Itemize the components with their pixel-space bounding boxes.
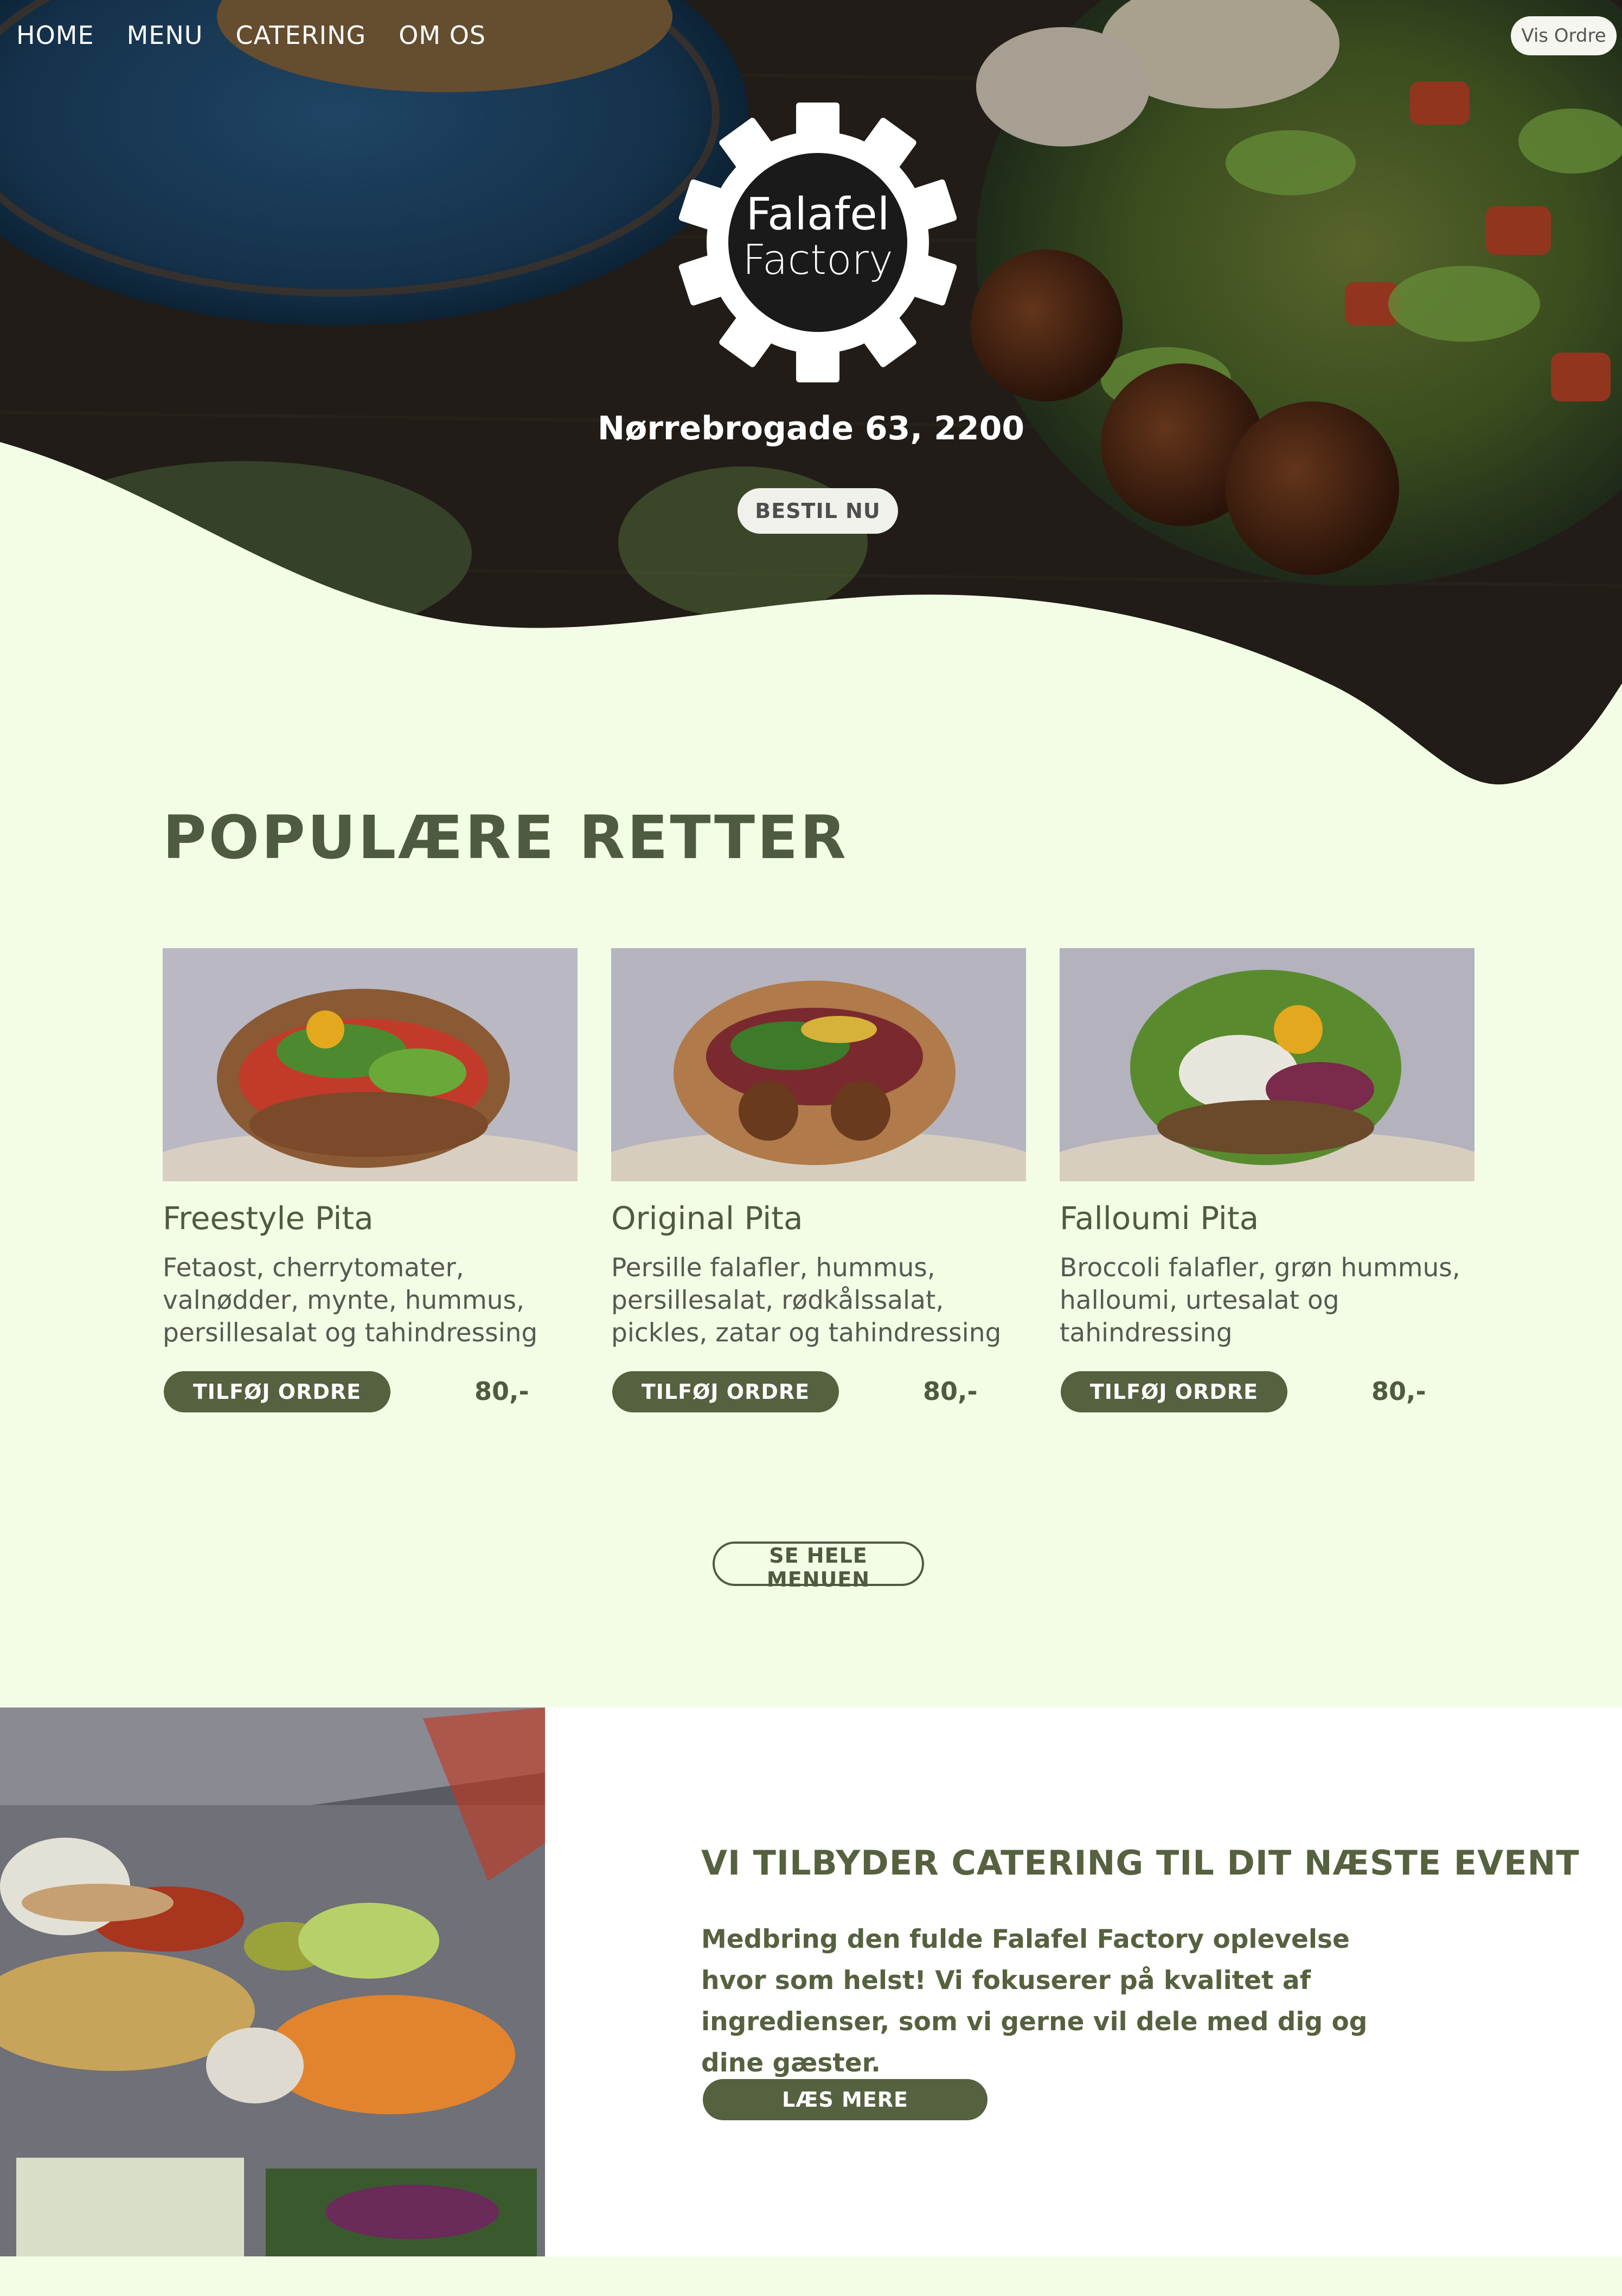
catering-section: VI TILBYDER CATERING TIL DIT NÆSTE EVENT… (0, 1707, 1622, 2256)
hero-section: HOME MENU CATERING OM OS Vis Ordre Falaf… (0, 0, 1622, 792)
dish-image[interactable] (163, 948, 578, 1181)
nav-menu-link[interactable]: MENU (127, 21, 203, 50)
falafel-factory-logo[interactable]: Falafel Factory (674, 95, 962, 391)
vis-ordre-button[interactable]: Vis Ordre (1511, 16, 1617, 55)
dish-price: 80,- (1371, 1377, 1426, 1406)
nav-om-os-link[interactable]: OM OS (399, 21, 486, 50)
menu-card: Original Pita Persille falafler, hummus,… (611, 948, 1026, 1412)
nav-home-link[interactable]: HOME (16, 21, 94, 50)
dish-order-row: TILFØJ ORDRE 80,- (611, 1371, 1026, 1414)
see-full-menu-button[interactable]: SE HELE MENUEN (713, 1542, 924, 1591)
menu-card: Falloumi Pita Broccoli falafler, grøn hu… (1060, 948, 1474, 1412)
bestil-nu-button[interactable]: BESTIL NU (738, 488, 898, 534)
dish-order-row: TILFØJ ORDRE 80,- (1060, 1371, 1474, 1414)
dish-description: Broccoli falafler, grøn hummus, halloumi… (1060, 1253, 1460, 1348)
dish-price: 80,- (475, 1377, 529, 1406)
dish-image[interactable] (611, 948, 1026, 1181)
catering-description: Medbring den fulde Falafel Factory oplev… (701, 1924, 1368, 2078)
dish-order-row: TILFØJ ORDRE 80,- (163, 1371, 578, 1414)
dish-name: Freestyle Pita (163, 1200, 374, 1237)
dish-description: Persille falafler, hummus, persillesalat… (611, 1253, 1002, 1348)
dish-image[interactable] (1060, 948, 1474, 1181)
catering-image (0, 1707, 545, 2256)
dish-name: Falloumi Pita (1060, 1200, 1259, 1237)
hero-address: Nørrebrogade 63, 2200 (597, 410, 1025, 447)
add-to-order-button[interactable]: TILFØJ ORDRE (612, 1371, 839, 1412)
menu-card: Freestyle Pita Fetaost, cherrytomater, v… (163, 948, 578, 1412)
add-to-order-button[interactable]: TILFØJ ORDRE (164, 1371, 390, 1412)
dish-name: Original Pita (611, 1200, 803, 1237)
main-nav: HOME MENU CATERING OM OS (16, 21, 486, 50)
nav-catering-link[interactable]: CATERING (235, 21, 366, 50)
logo-word-falafel: Falafel (746, 189, 889, 240)
dish-price: 80,- (923, 1377, 978, 1406)
catering-title: VI TILBYDER CATERING TIL DIT NÆSTE EVENT (701, 1843, 1580, 1883)
popular-dishes-title: POPULÆRE RETTER (163, 803, 848, 872)
add-to-order-button[interactable]: TILFØJ ORDRE (1061, 1371, 1287, 1412)
dish-description: Fetaost, cherrytomater, valnødder, mynte… (163, 1253, 538, 1348)
laes-mere-button[interactable]: LÆS MERE (703, 2079, 988, 2120)
logo-word-factory: Factory (742, 235, 893, 284)
